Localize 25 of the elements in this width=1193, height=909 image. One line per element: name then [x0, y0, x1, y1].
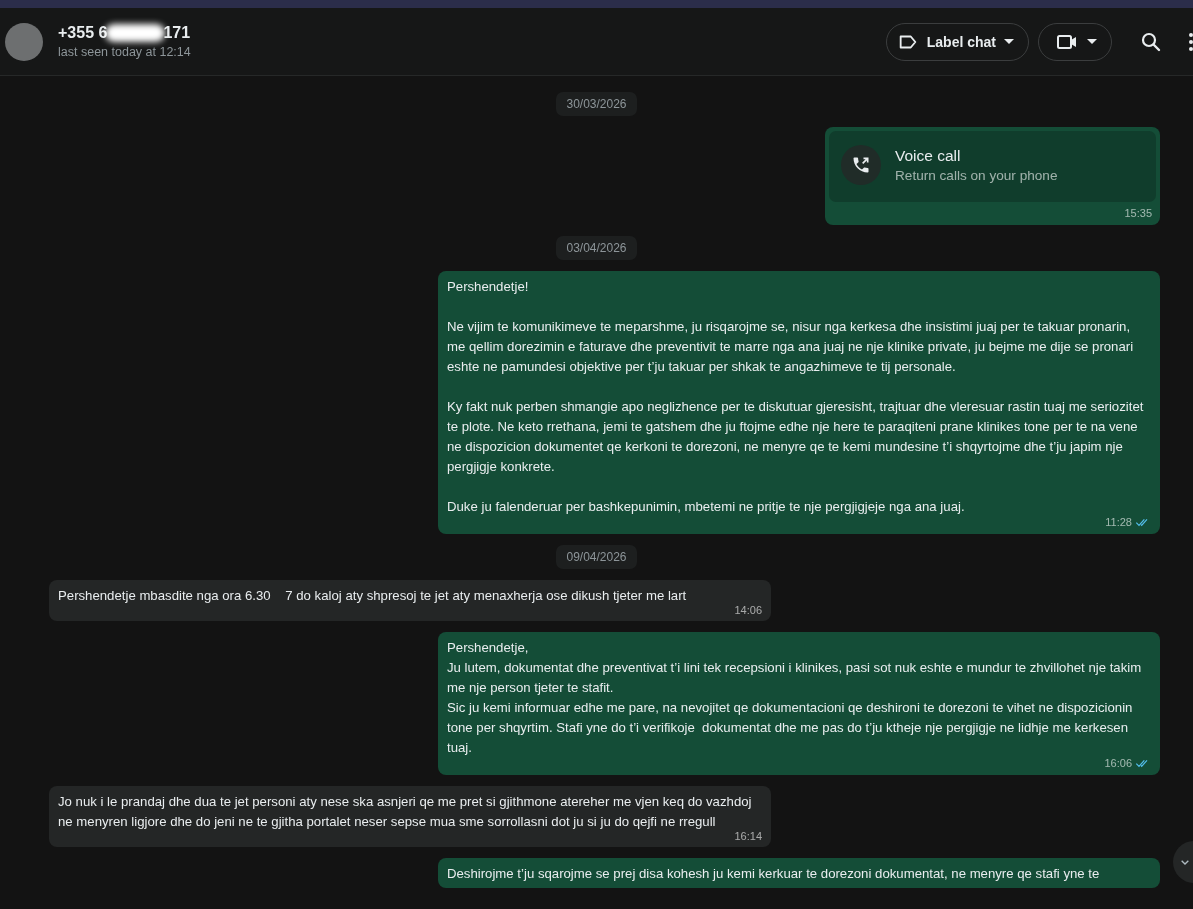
- message-time: 11:28: [1105, 515, 1132, 529]
- contact-name[interactable]: +355 6: [58, 24, 108, 42]
- menu-icon[interactable]: [1189, 32, 1193, 51]
- message-time: 16:06: [1104, 756, 1132, 770]
- call-title: Voice call: [895, 146, 962, 166]
- last-seen-status: last seen today at 12:14: [58, 45, 192, 59]
- message-text: Pershendetje! Ne vijim te komunikimeve te meparshme, ju risqarojme se, nisur nga kerkesa dhe insistimi juaj per te takuar pronarin, me qellim dorezimin e faturave dhe preventivit te marre nga ana juaj ne nje klinike private, ju bejme me dije se pronari eshte ne pamundesi objektive per t’ju takuar per shkak te angazhimeve te tij personale. Ky fakt nuk perben shmangie apo neglizhence per te diskutuar gjeresisht, trajtuar dhe vleresuar rastin tuaj me seriozitet te plote. Ne keto rrethana, jemi te gatshem dhe ju ftojme edhe nje here te paraqiteni prane klinikes tone per te na vene ne dispozicion dokumentet qe kerkoni te dorezoni, ne menyre qe te kemi mundesine t’i shqyrtojme dhe t’ju japim nje pergjigje konkrete. Duke ju falenderuar per bashkepunimin, mbetemi ne pritje te nje pergjigjeje nga ana juaj.: [447, 278, 1145, 516]
- caret-icon: [1004, 39, 1014, 44]
- contact-avatar[interactable]: [5, 22, 43, 61]
- call-subtitle: Return calls on your phone: [895, 167, 1058, 185]
- contact-name[interactable]: 171: [163, 24, 191, 42]
- call-card[interactable]: Voice call Return calls on your phone: [829, 131, 1156, 202]
- phone-icon: [851, 155, 871, 175]
- message-text: Deshirojme t’ju sqarojme se prej disa kohesh ju kemi kerkuar te dorezoni dokumentat, ne menyre qe stafi yne te: [447, 865, 1101, 883]
- redaction-mark: [105, 24, 166, 42]
- date-divider: 03/04/2026: [556, 236, 637, 260]
- message-text: Jo nuk i le prandaj dhe dua te jet personi aty nese ska asnjeri qe me pret si gjithmone atereher me vjen keq do vazhdoj ne menyren ligjore dhe do jeni ne te gjitha portalet neser sepse mua sme sorrollasni dot ju si ju do qejfi ne rregull: [58, 793, 753, 831]
- date-divider: 30/03/2026: [556, 92, 637, 116]
- date-divider: 09/04/2026: [556, 545, 637, 569]
- message-time: 16:14: [734, 829, 762, 843]
- message-time: 15:35: [1124, 206, 1152, 220]
- message-text: Pershendetje mbasdite nga ora 6.30 7 do kaloj aty shpresoj te jet aty menaxherja ose dikush tjeter me lart: [58, 587, 688, 605]
- message-text: Pershendetje, Ju lutem, dokumentat dhe preventivat t’i lini tek recepsioni i klinikes, pasi sot nuk eshte e mundur te zhvillohet nje takim me nje person tjeter te stafit. Sic ju kemi informuar edhe me pare, na nevojitet qe dokumentacioni qe deshironi te dorezoni te vihet ne dispozicionin tone per shqyrtim. Stafi yne do t’i verifikoje dokumentat dhe me pas do t’ju ktheje nje pergjigje ne lidhje me kerkesen tuaj.: [447, 639, 1143, 757]
- caret-icon: [1087, 39, 1097, 44]
- message-time: 14:06: [734, 603, 762, 617]
